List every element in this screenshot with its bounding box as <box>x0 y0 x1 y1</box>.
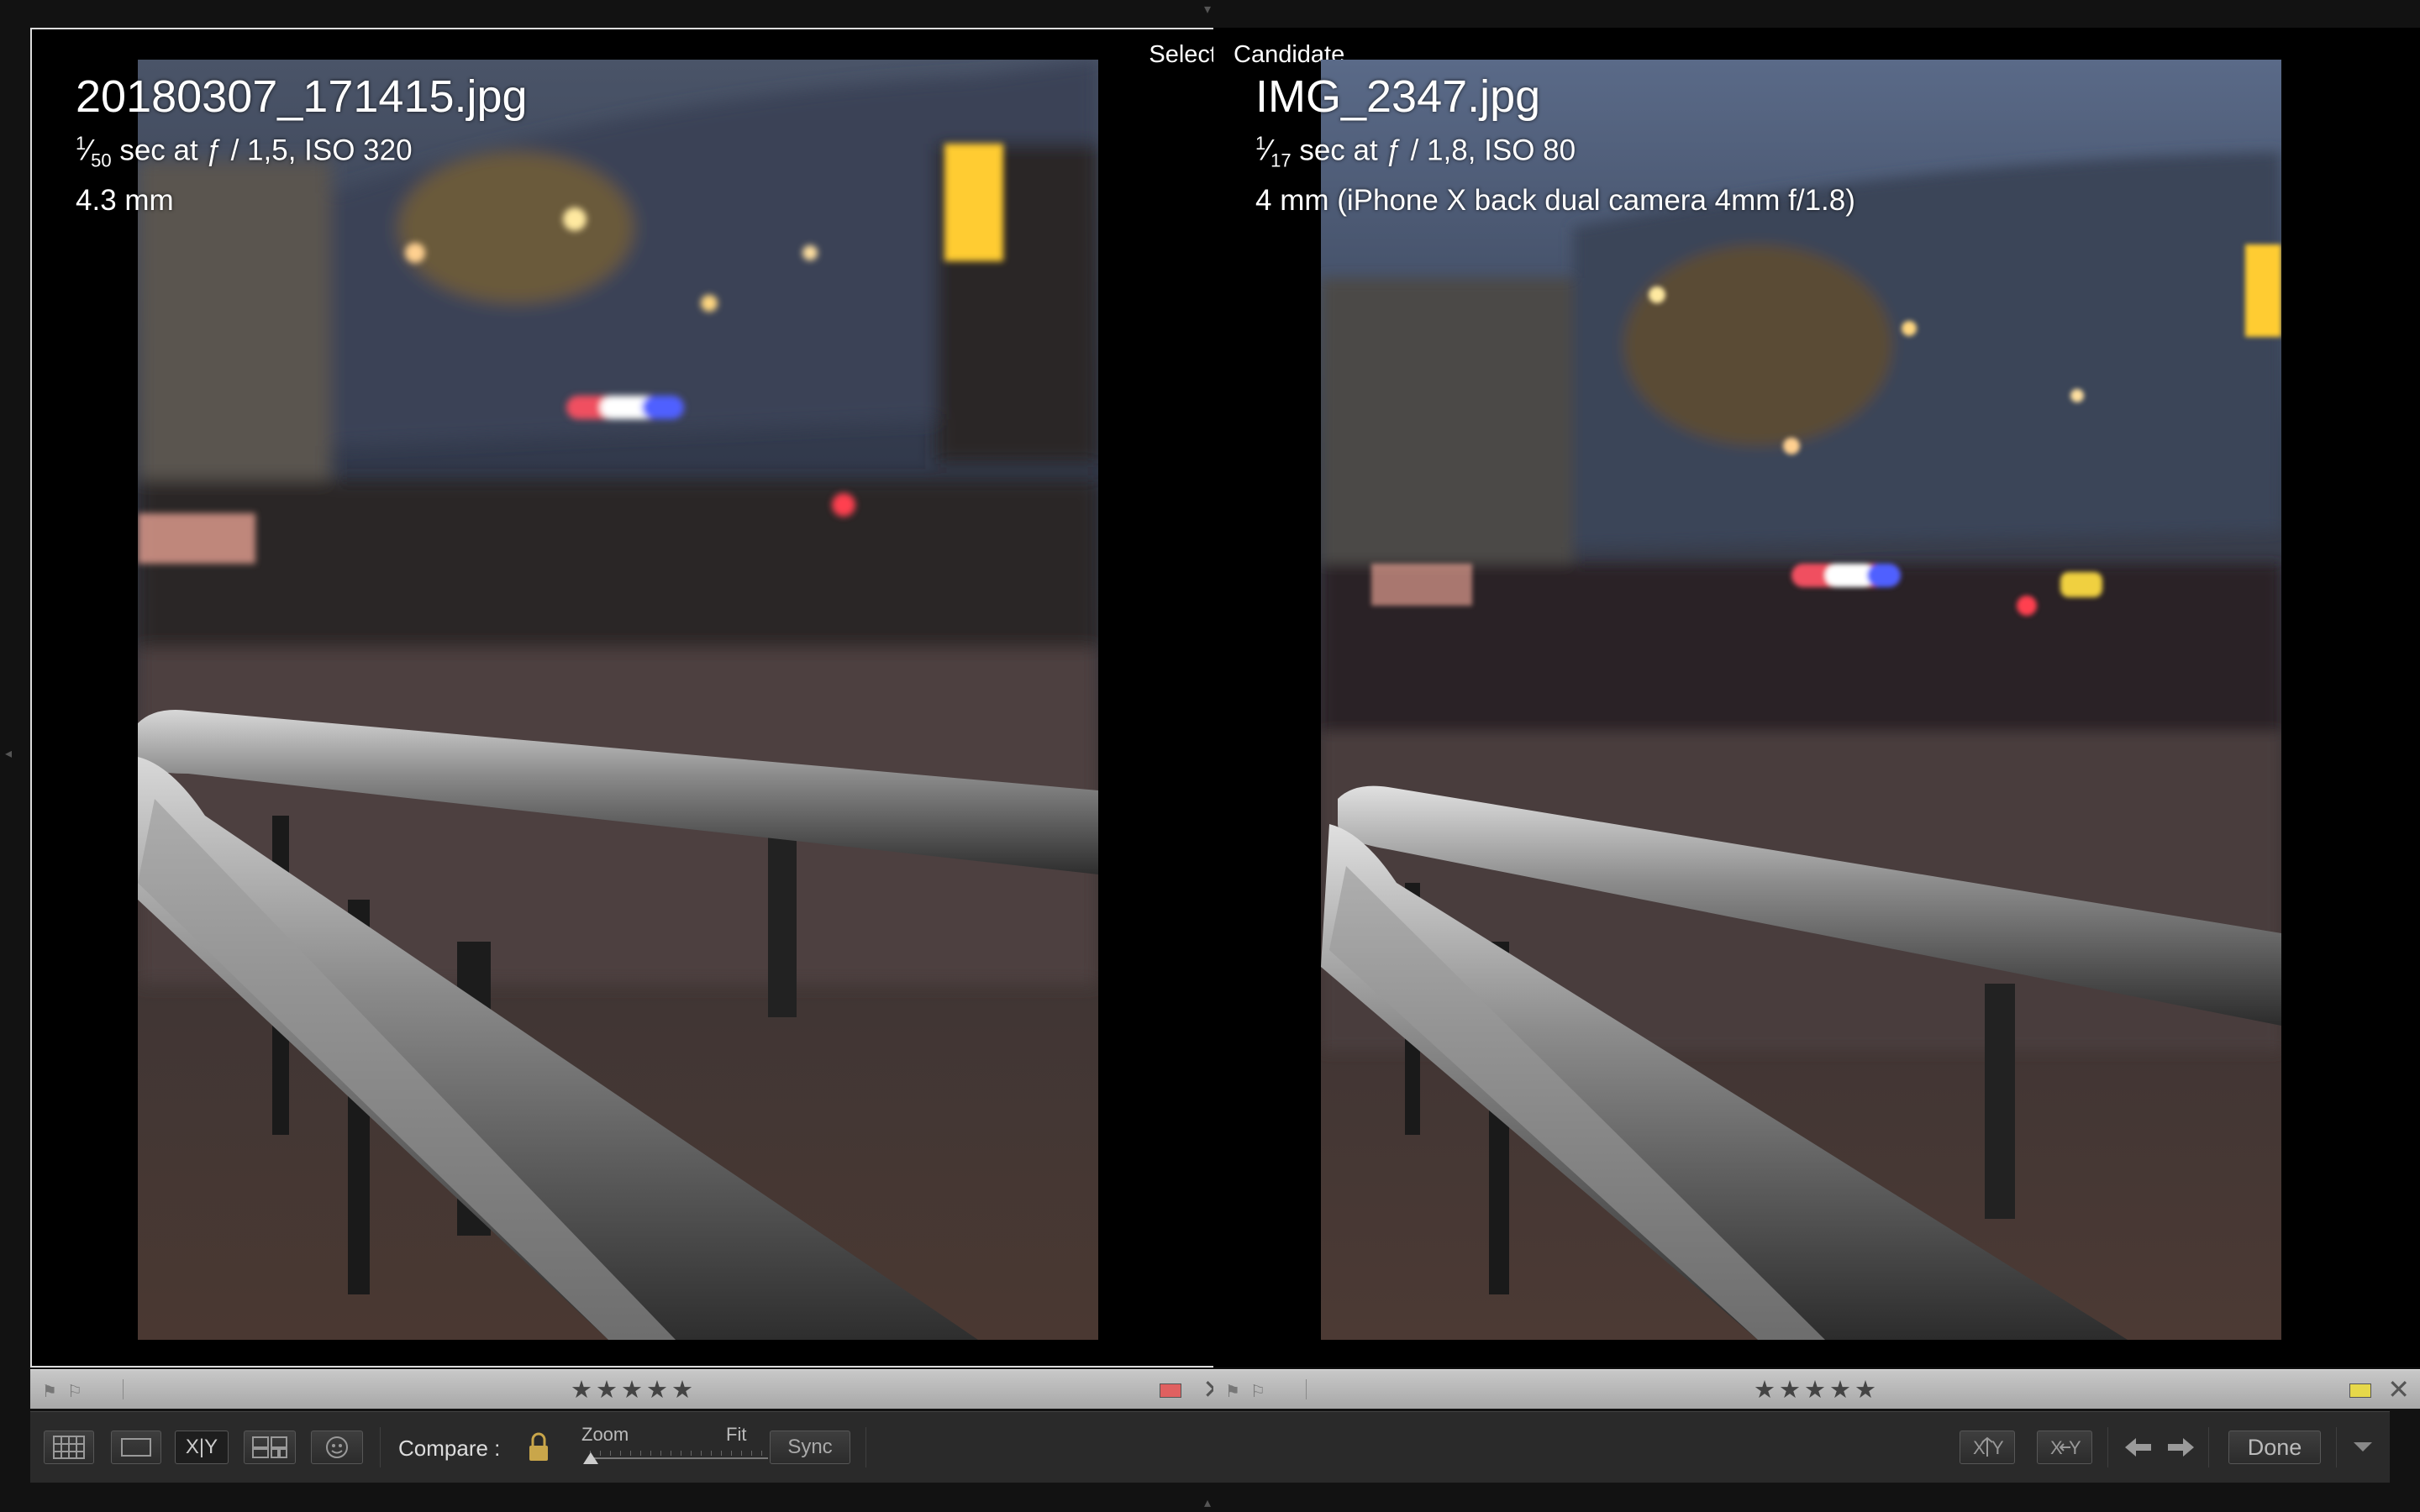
toolbar-separator <box>380 1427 381 1467</box>
select-photo[interactable] <box>138 60 1098 1340</box>
loupe-view-button[interactable] <box>111 1431 161 1464</box>
candidate-shutter-numerator: 1 <box>1255 133 1266 154</box>
svg-text:Y: Y <box>1991 1437 2004 1458</box>
bottom-panel-toggle-icon[interactable]: ▴ <box>1204 1497 1211 1510</box>
candidate-star-rating[interactable]: ★★★★★ <box>1213 1375 2420 1404</box>
sync-button[interactable]: Sync <box>770 1431 850 1464</box>
make-select-icon: XY <box>2050 1437 2081 1458</box>
candidate-shutter-denominator: 17 <box>1270 150 1292 171</box>
candidate-exposure-text: sec at ƒ / 1,8, ISO 80 <box>1291 134 1576 167</box>
toolbar-separator <box>2208 1427 2209 1467</box>
select-filename: 20180307_171415.jpg <box>76 71 528 122</box>
swap-icon: XY <box>1973 1436 2004 1458</box>
compare-view-icon: X|Y <box>185 1436 218 1458</box>
people-view-button[interactable] <box>311 1431 363 1464</box>
zoom-label: Zoom <box>581 1424 629 1445</box>
grid-view-icon <box>53 1436 85 1459</box>
select-tag: Select <box>1149 41 1217 68</box>
candidate-exposure: 1⁄17 sec at ƒ / 1,8, ISO 80 <box>1255 133 1576 171</box>
zoom-slider-thumb[interactable] <box>583 1452 598 1464</box>
compare-label: Compare : <box>398 1436 501 1461</box>
select-exposure-text: sec at ƒ / 1,5, ISO 320 <box>111 134 413 167</box>
toolbar-separator <box>865 1427 866 1467</box>
make-select-button[interactable]: XY <box>2037 1431 2092 1464</box>
arrow-right-icon[interactable] <box>2165 1434 2196 1465</box>
select-shutter-denominator: 50 <box>91 150 112 171</box>
zoom-slider-ticks <box>590 1451 768 1456</box>
swap-button[interactable]: XY <box>1960 1431 2015 1464</box>
toolbar-separator <box>2336 1427 2337 1467</box>
candidate-focal-length: 4 mm (iPhone X back dual camera 4mm f/1.… <box>1255 183 1855 217</box>
loupe-view-icon <box>121 1438 151 1457</box>
done-button[interactable]: Done <box>2228 1431 2321 1464</box>
people-view-icon <box>326 1436 348 1458</box>
select-focal-length: 4.3 mm <box>76 183 174 217</box>
grid-view-button[interactable] <box>44 1431 94 1464</box>
candidate-photo[interactable] <box>1321 60 2281 1340</box>
select-rating-strip: ⚑ ⚐ ★★★★★ ✕ <box>30 1369 1237 1409</box>
chevron-down-icon[interactable] <box>2351 1439 2375 1460</box>
select-exposure: 1⁄50 sec at ƒ / 1,5, ISO 320 <box>76 133 413 171</box>
candidate-filename: IMG_2347.jpg <box>1255 71 1541 122</box>
candidate-rating-strip: ⚑ ⚐ ★★★★★ ✕ <box>1213 1369 2420 1409</box>
candidate-pane[interactable]: Candidate IMG_2347.jpg 1⁄17 sec at ƒ / 1… <box>1213 28 2420 1368</box>
lock-icon[interactable] <box>526 1431 551 1468</box>
select-shutter-numerator: 1 <box>76 133 87 154</box>
arrow-left-icon[interactable] <box>2123 1434 2154 1465</box>
candidate-metadata: IMG_2347.jpg 1⁄17 sec at ƒ / 1,8, ISO 80… <box>1255 70 1855 220</box>
toolbar-separator <box>2107 1427 2108 1467</box>
fit-label: Fit <box>726 1424 747 1445</box>
candidate-color-label[interactable] <box>2349 1383 2371 1398</box>
svg-text:Y: Y <box>2069 1437 2081 1458</box>
candidate-close-icon[interactable]: ✕ <box>2387 1373 2410 1405</box>
select-pane[interactable]: Select 20180307_171415.jpg 1⁄50 sec at ƒ… <box>30 28 1239 1368</box>
select-star-rating[interactable]: ★★★★★ <box>30 1375 1237 1404</box>
survey-view-button[interactable] <box>244 1431 296 1464</box>
left-panel-toggle-icon[interactable]: ◂ <box>5 748 12 761</box>
survey-view-icon <box>252 1436 287 1458</box>
compare-view-button[interactable]: X|Y <box>175 1431 229 1464</box>
candidate-photo-image <box>1321 60 2281 1340</box>
zoom-slider[interactable] <box>590 1457 768 1459</box>
select-metadata: 20180307_171415.jpg 1⁄50 sec at ƒ / 1,5,… <box>76 70 528 220</box>
toolbar: X|Y Compare : Zoom Fit Sync XY XY Done <box>30 1411 2390 1483</box>
select-color-label[interactable] <box>1160 1383 1181 1398</box>
select-photo-image <box>138 60 1098 1340</box>
top-panel-toggle-icon[interactable]: ▾ <box>1204 3 1211 17</box>
